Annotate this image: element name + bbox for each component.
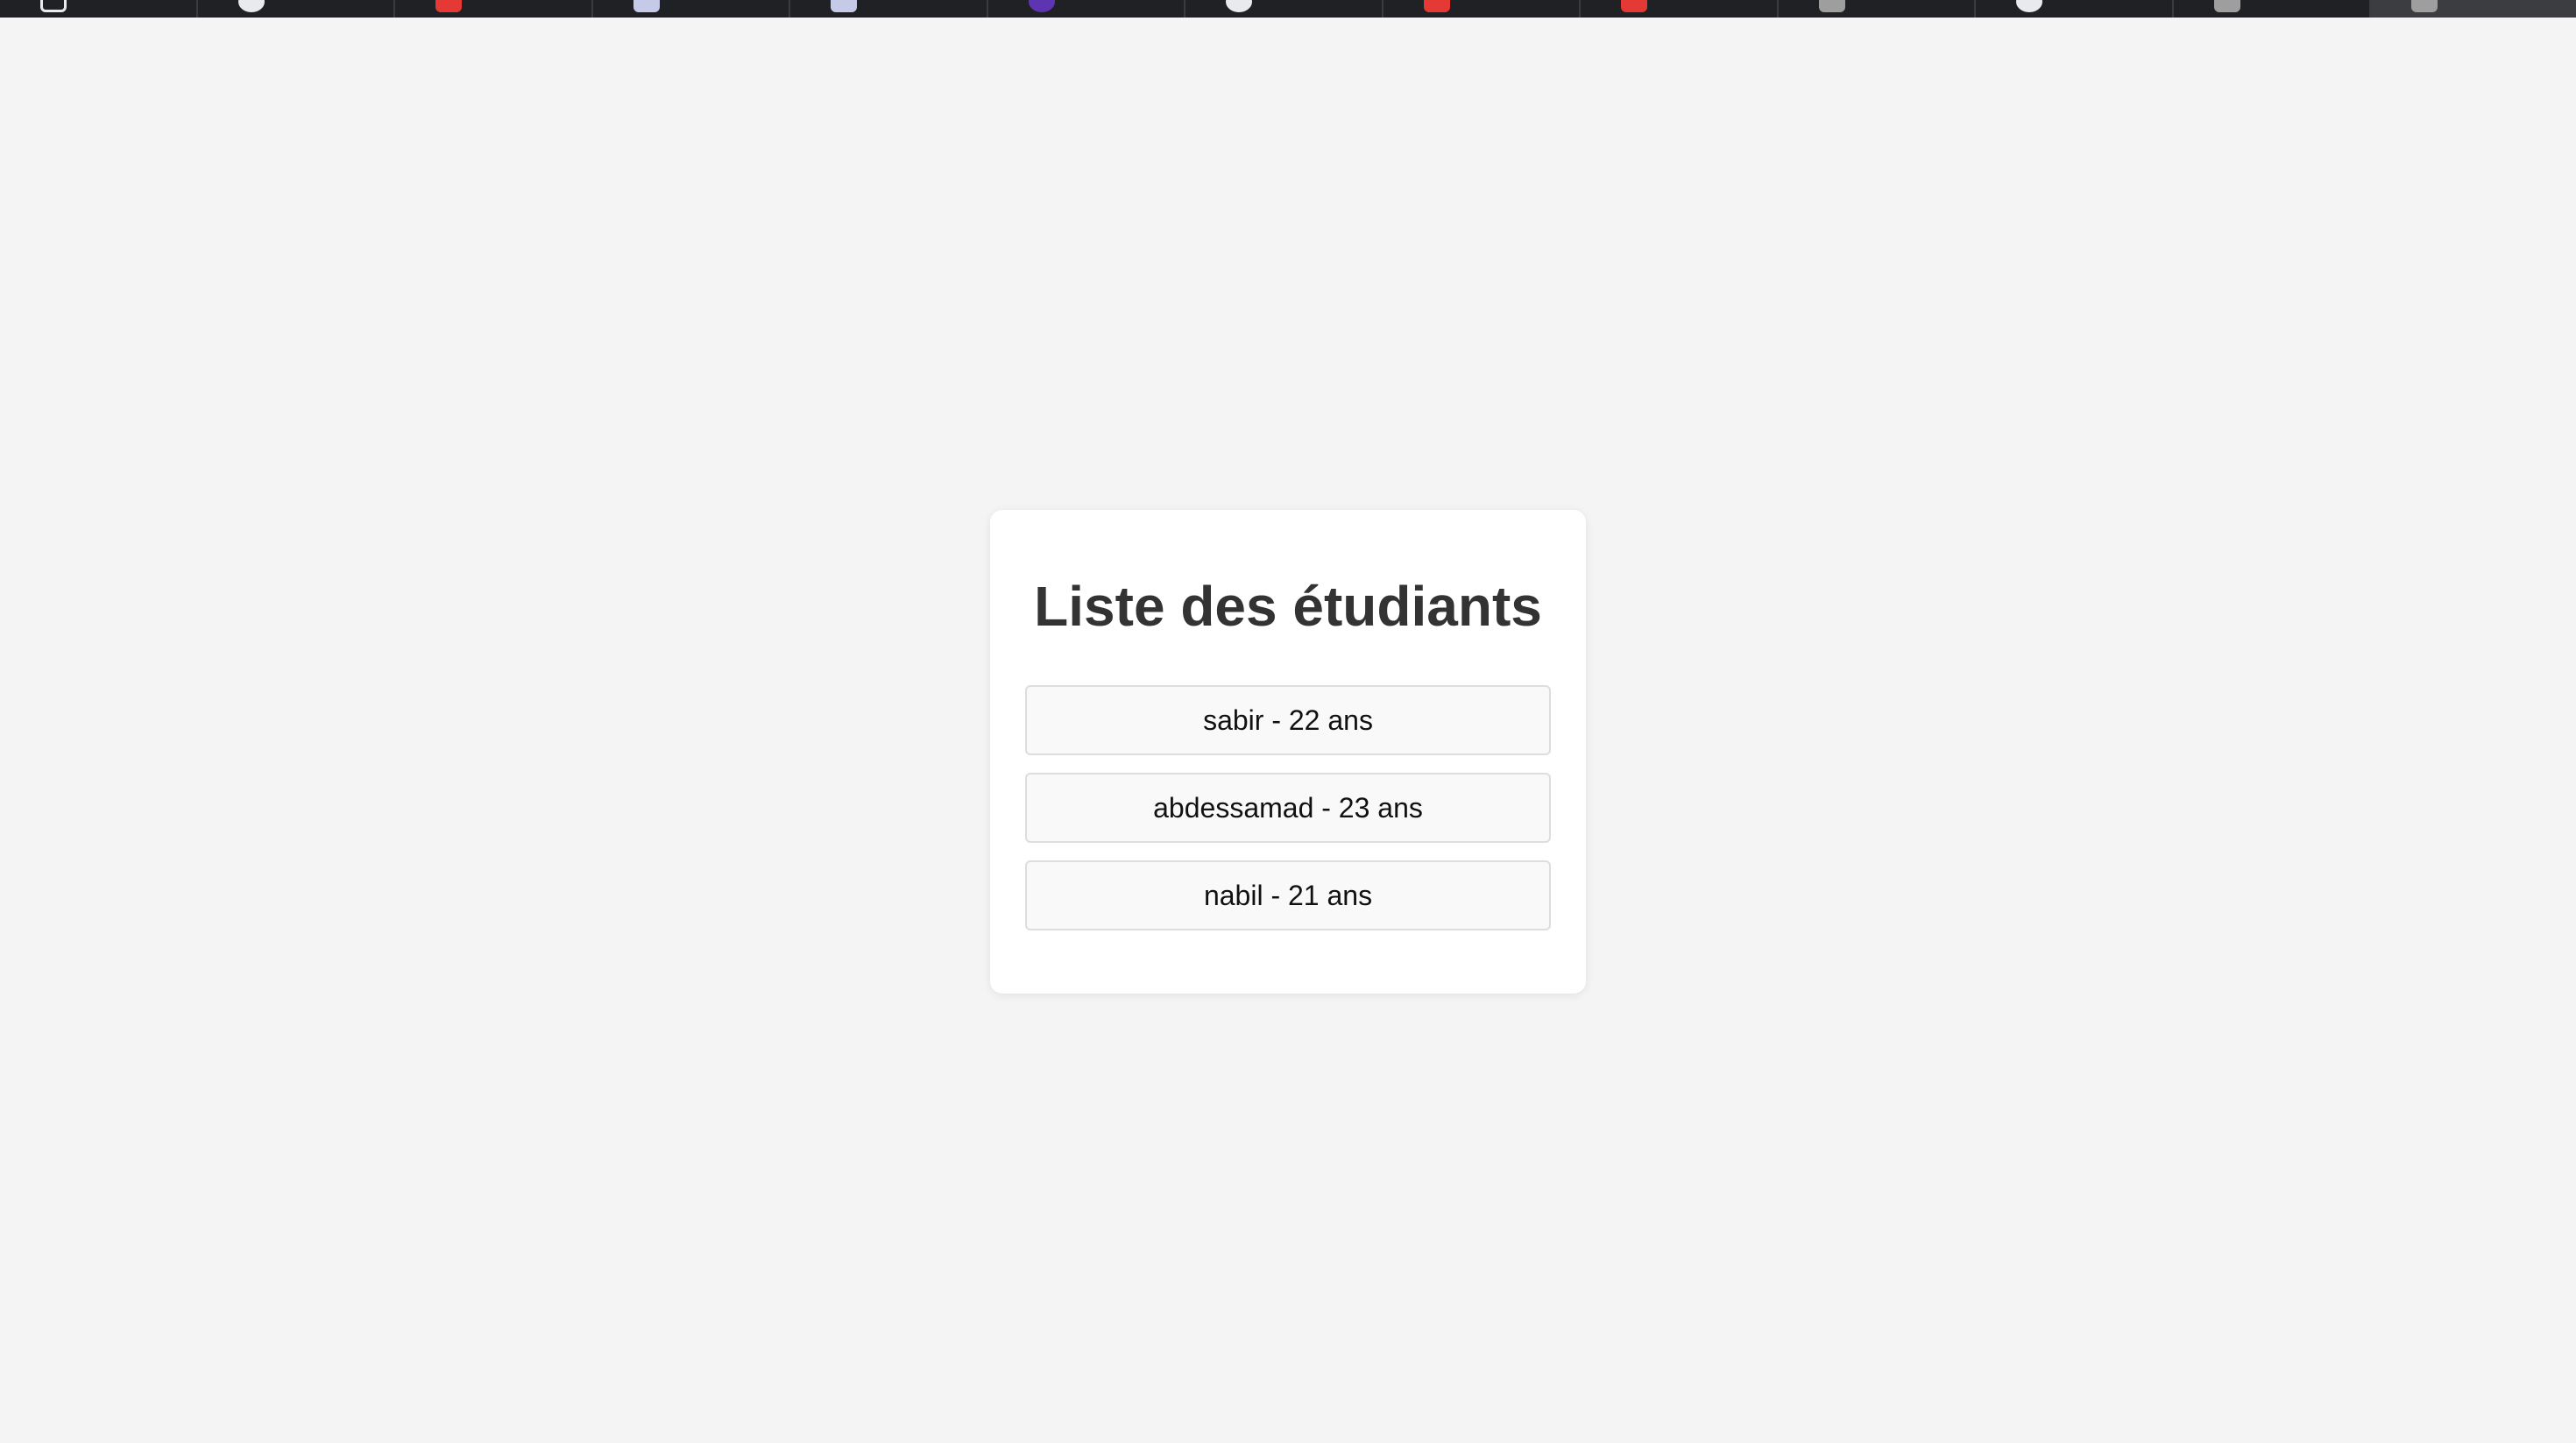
globe-icon — [1028, 0, 1055, 12]
generic-icon — [2213, 0, 2240, 12]
list-item: abdessamad - 23 ans — [1025, 773, 1551, 843]
browser-tab[interactable] — [395, 0, 593, 18]
app-icon — [633, 0, 660, 12]
list-item: nabil - 21 ans — [1025, 860, 1551, 930]
chatgpt-icon — [1226, 0, 1252, 12]
chatgpt-icon — [2016, 0, 2042, 12]
youtube-icon — [1423, 0, 1450, 12]
browser-tab[interactable] — [790, 0, 988, 18]
app-icon — [831, 0, 857, 12]
chatgpt-icon — [237, 0, 265, 12]
page-title: Liste des étudiants — [1034, 575, 1542, 638]
student-list: sabir - 22 ans abdessamad - 23 ans nabil… — [1025, 685, 1551, 948]
youtube-icon — [435, 0, 462, 12]
students-card: Liste des étudiants sabir - 22 ans abdes… — [990, 510, 1586, 994]
youtube-icon — [1621, 0, 1647, 12]
browser-tab[interactable] — [593, 0, 790, 18]
browser-tab-active[interactable] — [2371, 0, 2576, 18]
generic-icon — [1818, 0, 1845, 12]
browser-tab[interactable] — [1581, 0, 1779, 18]
page-icon — [40, 0, 67, 12]
browser-tab[interactable] — [1384, 0, 1581, 18]
browser-tab[interactable] — [1185, 0, 1384, 18]
browser-tab[interactable] — [2174, 0, 2371, 18]
generic-icon — [2411, 0, 2438, 12]
browser-tab[interactable] — [0, 0, 198, 18]
browser-tab[interactable] — [988, 0, 1185, 18]
browser-tab[interactable] — [1779, 0, 1976, 18]
browser-tab[interactable] — [1976, 0, 2174, 18]
list-item: sabir - 22 ans — [1025, 685, 1551, 755]
browser-tab[interactable] — [198, 0, 395, 18]
browser-tab-strip — [0, 0, 2576, 18]
